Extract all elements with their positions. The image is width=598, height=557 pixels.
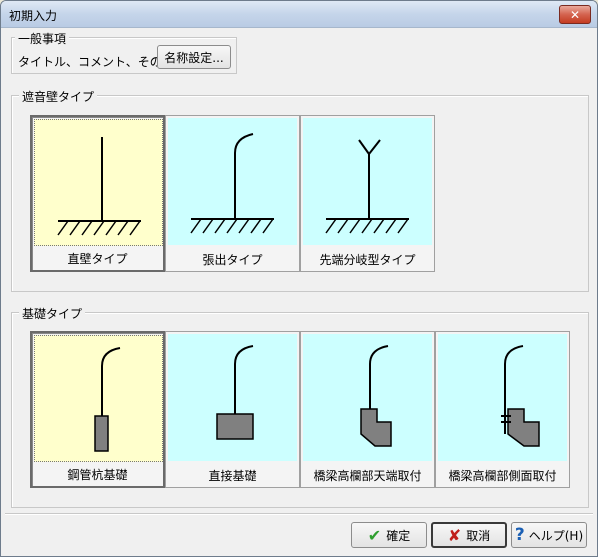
wall-tile-label: 直壁タイプ	[67, 252, 128, 266]
footer-divider	[5, 513, 593, 515]
direct-foundation-icon	[168, 334, 297, 461]
window-title: 初期入力	[9, 9, 58, 23]
question-icon: ?	[514, 525, 525, 545]
help-button[interactable]: ? ヘルプ(H)	[511, 522, 587, 548]
general-group-label: 一般事項	[15, 30, 70, 47]
overhang-wall-icon	[168, 118, 297, 245]
dialog-client: 一般事項 タイトル、コメント、その他: 名称設定... 遮音壁タイプ 直壁タイプ…	[1, 28, 597, 556]
wall-type-group-label: 遮音壁タイプ	[19, 88, 98, 105]
ok-button-label: 確定	[386, 528, 411, 543]
wall-tile-label: 先端分岐型タイプ	[319, 253, 416, 267]
foundation-tile-bridge-side[interactable]: 橋梁高欄部側面取付	[435, 331, 570, 488]
foundation-tile-label: 鋼管杭基礎	[67, 468, 128, 482]
foundation-tile-label: 橋梁高欄部側面取付	[448, 469, 557, 483]
wall-tile-straight[interactable]: 直壁タイプ	[30, 115, 165, 272]
foundation-tile-direct[interactable]: 直接基礎	[165, 331, 300, 488]
foundation-tile-label: 直接基礎	[208, 469, 257, 483]
check-icon: ✔	[367, 525, 382, 545]
wall-tile-branch[interactable]: 先端分岐型タイプ	[300, 115, 435, 272]
steel-pipe-pile-icon	[34, 335, 163, 462]
help-button-label: ヘルプ(H)	[528, 528, 584, 543]
cancel-button-label: 取消	[466, 528, 491, 543]
x-icon: ✘	[447, 525, 462, 545]
straight-wall-icon	[34, 119, 163, 246]
foundation-tile-label: 橋梁高欄部天端取付	[313, 469, 422, 483]
foundation-tile-bridge-top[interactable]: 橋梁高欄部天端取付	[300, 331, 435, 488]
dialog-window: 初期入力 ✕ 一般事項 タイトル、コメント、その他: 名称設定... 遮音壁タイ…	[0, 0, 598, 557]
bridge-rail-top-icon	[303, 334, 432, 461]
name-settings-button[interactable]: 名称設定...	[157, 45, 231, 69]
title-bar[interactable]: 初期入力 ✕	[1, 1, 597, 28]
cancel-button[interactable]: ✘ 取消	[431, 522, 507, 548]
ok-button[interactable]: ✔ 確定	[351, 522, 427, 548]
general-row-label: タイトル、コメント、その他:	[18, 55, 178, 69]
foundation-type-group-label: 基礎タイプ	[19, 305, 86, 322]
close-icon: ✕	[569, 7, 581, 22]
branch-wall-icon	[303, 118, 432, 245]
wall-tile-overhang[interactable]: 張出タイプ	[165, 115, 300, 272]
wall-tile-label: 張出タイプ	[202, 253, 263, 267]
foundation-tile-steel-pipe[interactable]: 鋼管杭基礎	[30, 331, 165, 488]
close-button[interactable]: ✕	[559, 5, 591, 24]
bridge-rail-side-icon	[438, 334, 567, 461]
